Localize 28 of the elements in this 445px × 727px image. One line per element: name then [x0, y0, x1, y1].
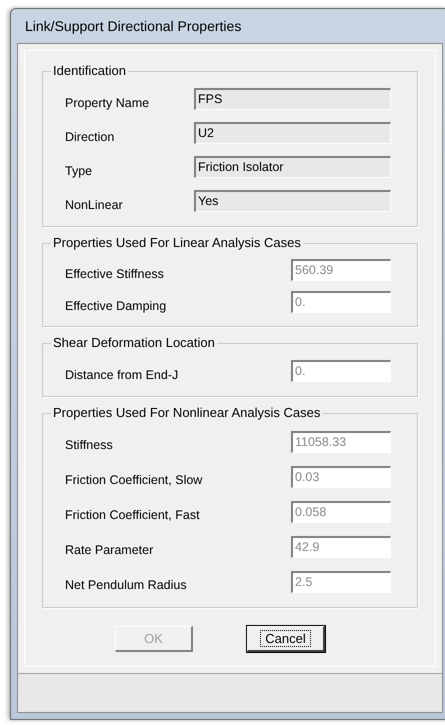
field-label: Net Pendulum Radius [65, 577, 187, 594]
input-field[interactable]: 11058.33 [291, 430, 391, 452]
window-title: Link/Support Directional Properties [25, 16, 242, 36]
input-field[interactable]: 0. [291, 360, 391, 382]
input-field[interactable]: Yes [194, 190, 391, 212]
input-field[interactable]: 0.03 [291, 466, 391, 488]
input-field[interactable]: 0. [291, 291, 391, 313]
input-field[interactable]: U2 [194, 122, 391, 144]
field-label: Friction Coefficient, Fast [65, 507, 200, 524]
field-label: Distance from End-J [65, 366, 178, 384]
group-title: Properties Used For Nonlinear Analysis Cases [51, 405, 322, 421]
field-label: Type [65, 162, 92, 180]
field-label: Friction Coefficient, Slow [65, 472, 202, 490]
group-title: Properties Used For Linear Analysis Cases [51, 235, 303, 251]
input-field[interactable]: 2.5 [291, 570, 391, 592]
field-label: Stiffness [65, 437, 113, 454]
input-field[interactable]: 0.058 [291, 500, 391, 522]
field-label: Effective Damping [65, 298, 166, 315]
field-label: Property Name [65, 94, 150, 112]
input-field[interactable]: 560.39 [291, 259, 391, 281]
input-field[interactable]: 42.9 [291, 536, 391, 558]
dialog-button[interactable]: Cancel [247, 626, 325, 652]
input-field[interactable]: FPS [194, 88, 391, 110]
field-label: Rate Parameter [65, 542, 154, 560]
field-label: Direction [65, 128, 114, 146]
input-field[interactable]: Friction Isolator [194, 156, 391, 178]
field-label: NonLinear [65, 196, 123, 214]
field-label: Effective Stiffness [65, 266, 164, 283]
